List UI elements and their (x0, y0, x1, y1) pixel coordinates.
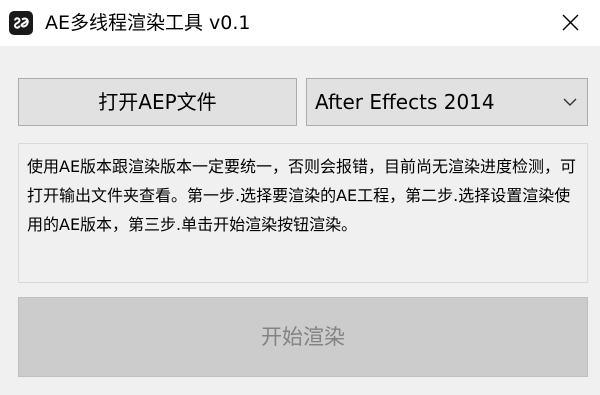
window-title: AE多线程渲染工具 v0.1 (45, 12, 251, 34)
ae-version-select[interactable]: After Effects 2014 (306, 78, 588, 126)
chevron-down-icon (563, 98, 577, 106)
ae-version-selected: After Effects 2014 (315, 90, 495, 114)
info-panel: 使用AE版本跟渲染版本一定要统一，否则会报错，目前尚无渲染进度检测，可打开输出文… (18, 143, 588, 283)
close-icon (562, 14, 579, 31)
app-logo-icon (9, 11, 33, 35)
title-bar[interactable]: AE多线程渲染工具 v0.1 (0, 0, 600, 46)
instructions-text: 使用AE版本跟渲染版本一定要统一，否则会报错，目前尚无渲染进度检测，可打开输出文… (27, 157, 577, 234)
app-window: AE多线程渲染工具 v0.1 打开AEP文件 After Effects 201… (0, 0, 600, 395)
open-aep-button[interactable]: 打开AEP文件 (18, 78, 297, 126)
start-render-button[interactable]: 开始渲染 (18, 297, 588, 377)
close-button[interactable] (540, 0, 600, 46)
